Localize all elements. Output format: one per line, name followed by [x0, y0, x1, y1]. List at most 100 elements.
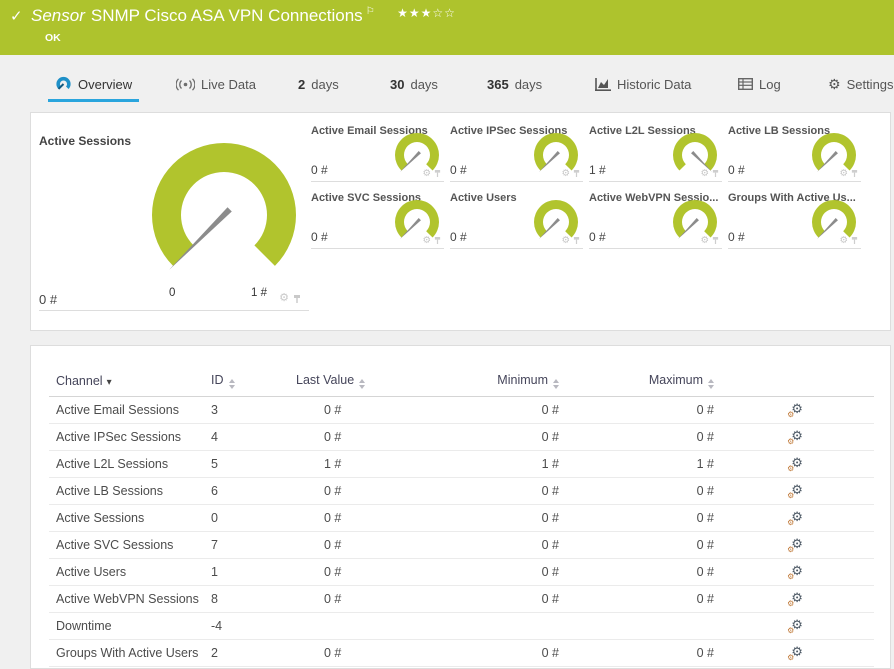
gauge-value: 0 #	[728, 230, 745, 244]
pin-icon[interactable]	[434, 236, 441, 245]
gear-icon[interactable]: ⚙	[839, 168, 848, 179]
gear-icon[interactable]: ⚙	[561, 168, 570, 179]
channel-settings-icon[interactable]: ⚙⚙	[787, 428, 803, 446]
gear-icon[interactable]: ⚙	[700, 235, 709, 246]
gauges-panel: Active Sessions 0 1 # 0 # ⚙ Active Email…	[30, 112, 891, 331]
gear-icon[interactable]: ⚙	[422, 168, 431, 179]
main-gauge-title: Active Sessions	[39, 134, 132, 148]
cell-id: 7	[204, 531, 296, 559]
main-gauge-dial	[144, 133, 304, 293]
cell-last-value: 0 #	[296, 423, 416, 451]
cell-maximum: 0 #	[561, 423, 716, 451]
gauge-actions: ⚙	[700, 168, 719, 179]
tab-label: Live Data	[201, 76, 256, 92]
pin-icon[interactable]	[851, 169, 858, 178]
gauge-value: 0 #	[450, 230, 467, 244]
gauge-value: 1 #	[589, 163, 606, 177]
column-header-last[interactable]: Last Value	[296, 366, 416, 397]
pin-icon[interactable]	[573, 236, 580, 245]
gauge-tile: Active IPSec Sessions 0 # ⚙	[450, 121, 583, 182]
tab-30-days[interactable]: 30 days	[383, 69, 445, 99]
cell-last-value: 1 #	[296, 450, 416, 478]
cell-minimum: 0 #	[416, 396, 561, 424]
tab-settings[interactable]: ⚙ Settings	[821, 69, 894, 99]
priority-stars[interactable]: ★★★☆☆	[397, 6, 456, 20]
table-row: Active LB Sessions 6 0 #0 #0 # ⚙⚙	[49, 477, 874, 505]
channel-table: Channel ▾ ID Last Value Minimum Maximum Activ…	[49, 366, 874, 667]
gear-icon[interactable]: ⚙	[700, 168, 709, 179]
cell-last-value: 0 #	[296, 396, 416, 424]
tab-log[interactable]: Log	[731, 69, 788, 99]
tab-live-data[interactable]: Live Data	[169, 69, 263, 99]
gear-icon[interactable]: ⚙	[561, 235, 570, 246]
tab-label: days	[514, 76, 543, 92]
channel-settings-icon[interactable]: ⚙⚙	[787, 617, 803, 635]
main-gauge-min-label: 0	[169, 287, 176, 299]
gear-icon[interactable]: ⚙	[839, 235, 848, 246]
gauge-value: 0 #	[311, 163, 328, 177]
channel-settings-icon[interactable]: ⚙⚙	[787, 455, 803, 473]
sort-icon[interactable]	[228, 378, 235, 389]
gauge-value: 0 #	[311, 230, 328, 244]
sort-icon[interactable]	[553, 378, 559, 389]
cell-id: 0	[204, 504, 296, 532]
cell-channel[interactable]: Active Sessions	[49, 504, 204, 532]
table-row: Active Users 1 0 #0 #0 # ⚙⚙	[49, 558, 874, 586]
pin-icon[interactable]	[293, 294, 301, 304]
tab-historic-data[interactable]: Historic Data	[588, 69, 698, 99]
cell-channel[interactable]: Active LB Sessions	[49, 477, 204, 505]
gear-icon[interactable]: ⚙	[422, 235, 431, 246]
column-header-channel[interactable]: Channel ▾	[49, 366, 204, 397]
cell-channel[interactable]: Active Email Sessions	[49, 396, 204, 424]
channel-settings-icon[interactable]: ⚙⚙	[787, 590, 803, 608]
sort-icon[interactable]	[359, 378, 366, 389]
tab-label: days	[311, 76, 339, 92]
sensor-kind-label: Sensor	[31, 6, 85, 25]
pin-icon[interactable]	[573, 169, 580, 178]
gauge-icon	[55, 76, 72, 92]
cell-channel[interactable]: Groups With Active Users	[49, 639, 204, 667]
channel-settings-icon[interactable]: ⚙⚙	[787, 563, 803, 581]
column-header-max[interactable]: Maximum	[561, 366, 716, 397]
channel-settings-icon[interactable]: ⚙⚙	[787, 482, 803, 500]
tab-overview[interactable]: Overview	[48, 69, 140, 102]
cell-channel[interactable]: Active IPSec Sessions	[49, 423, 204, 451]
channel-settings-icon[interactable]: ⚙⚙	[787, 509, 803, 527]
cell-channel[interactable]: Active WebVPN Sessions	[49, 585, 204, 613]
cell-channel[interactable]: Active Users	[49, 558, 204, 586]
cell-maximum: 0 #	[561, 531, 716, 559]
cell-last-value: 0 #	[296, 558, 416, 586]
cell-channel[interactable]: Active SVC Sessions	[49, 531, 204, 559]
pin-icon[interactable]	[712, 236, 719, 245]
main-gauge-value: 0 #	[39, 292, 58, 307]
column-header-id[interactable]: ID	[204, 366, 296, 397]
channel-settings-icon[interactable]: ⚙⚙	[787, 401, 803, 419]
column-header-min[interactable]: Minimum	[416, 366, 561, 397]
pin-icon[interactable]	[712, 169, 719, 178]
cell-channel[interactable]: Downtime	[49, 612, 204, 640]
sort-desc-icon[interactable]: ▾	[107, 377, 112, 388]
sort-icon[interactable]	[708, 378, 714, 389]
channel-settings-icon[interactable]: ⚙⚙	[787, 536, 803, 554]
tab-2-days[interactable]: 2 days	[291, 69, 346, 99]
gauge-title: Active Users	[450, 192, 517, 204]
gauge-actions: ⚙	[561, 235, 580, 246]
flag-icon[interactable]: ⚐	[366, 6, 375, 17]
cell-maximum: 0 #	[561, 477, 716, 505]
cell-id: 8	[204, 585, 296, 613]
cell-channel[interactable]: Active L2L Sessions	[49, 450, 204, 478]
pin-icon[interactable]	[851, 236, 858, 245]
gauge-tile: Active Users 0 # ⚙	[450, 188, 583, 249]
gauge-tile: Groups With Active Us... 0 # ⚙	[728, 188, 861, 249]
gear-icon: ⚙	[828, 76, 841, 92]
cell-minimum	[416, 612, 561, 640]
pin-icon[interactable]	[434, 169, 441, 178]
gear-icon[interactable]: ⚙	[279, 293, 289, 304]
table-row: Groups With Active Users 2 0 #0 #0 # ⚙⚙	[49, 639, 874, 667]
gauge-value: 0 #	[450, 163, 467, 177]
tab-365-days[interactable]: 365 days	[480, 69, 549, 99]
cell-minimum: 0 #	[416, 423, 561, 451]
table-row: Active L2L Sessions 5 1 #1 #1 # ⚙⚙	[49, 450, 874, 478]
channel-settings-icon[interactable]: ⚙⚙	[787, 644, 803, 662]
cell-last-value	[296, 612, 416, 640]
